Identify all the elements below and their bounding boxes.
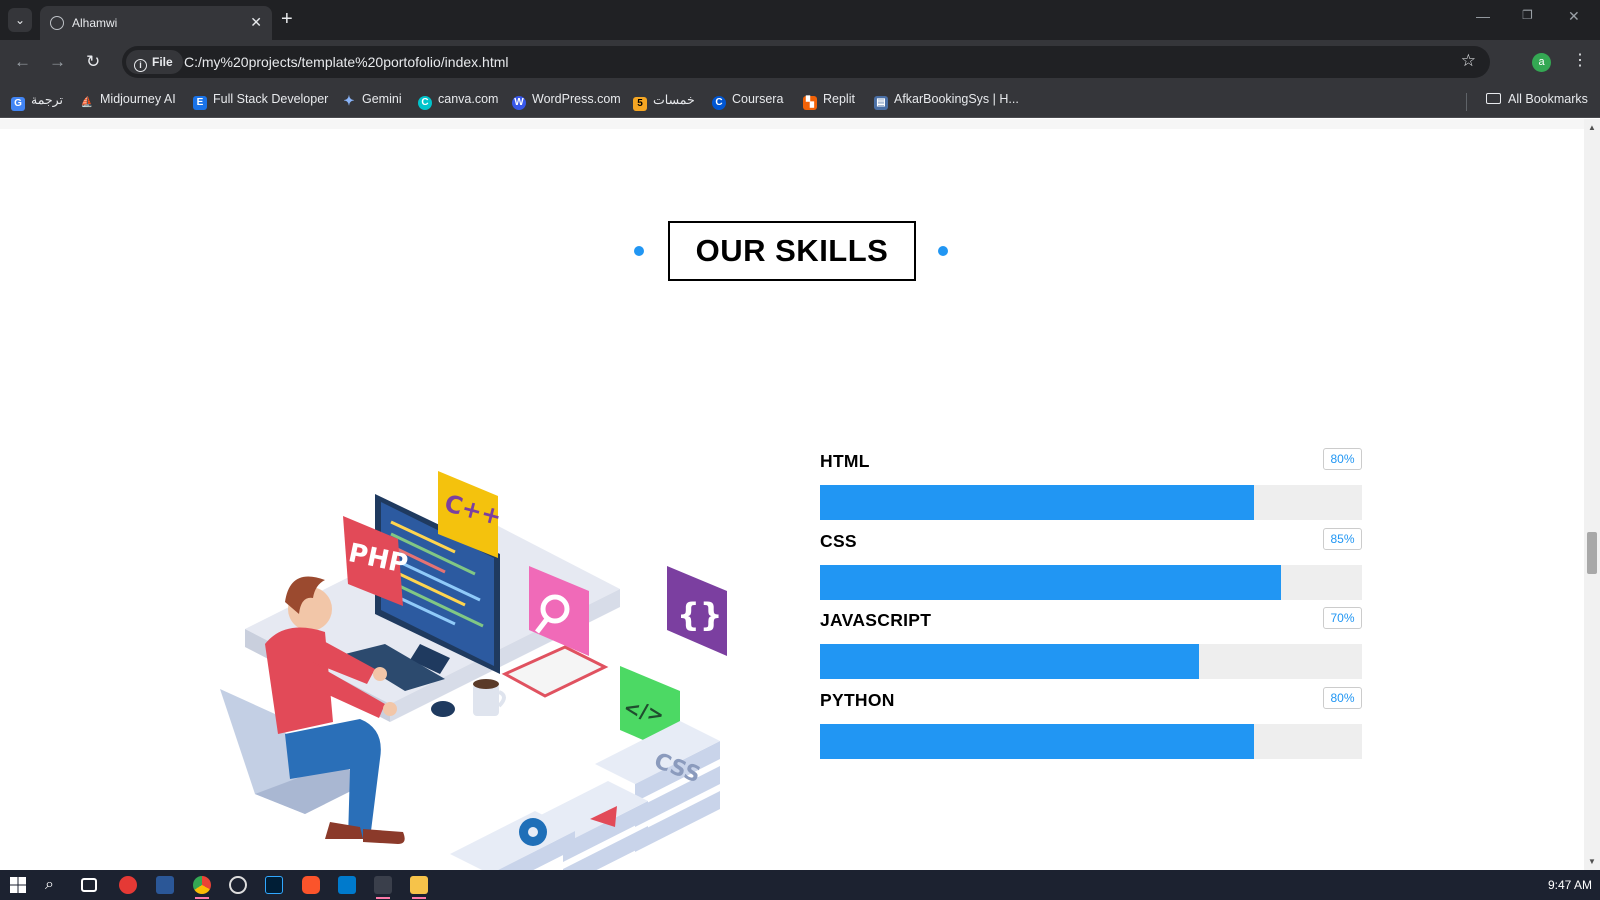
restore-icon[interactable]: ❐ (1522, 8, 1533, 22)
windows-start-icon[interactable] (9, 876, 27, 894)
photoshop-icon[interactable] (265, 876, 283, 894)
chrome-active-indicator (195, 897, 209, 899)
skill-percent-badge: 80% (1323, 448, 1362, 470)
tab-search-button[interactable]: ⌄ (8, 8, 32, 32)
tab-close-icon[interactable]: ✕ (250, 14, 262, 31)
windows-taskbar: ⌕ 9:47 AM (0, 870, 1600, 900)
progress-track (820, 644, 1362, 679)
file-explorer-icon[interactable] (410, 876, 428, 894)
explorer-active-indicator (412, 897, 426, 899)
google-translate-icon: G (11, 97, 25, 111)
brave-icon[interactable] (302, 876, 320, 894)
bookmark-translate[interactable]: G ترجمة (11, 92, 63, 111)
tab-strip: ⌄ Alhamwi ✕ + — ❐ ✕ (0, 0, 1600, 40)
progress-fill (820, 485, 1254, 520)
scroll-up-icon[interactable]: ▲ (1588, 123, 1596, 132)
media-player-icon[interactable] (229, 876, 247, 894)
section-title: OUR SKILLS (668, 221, 916, 281)
previous-section-edge (0, 119, 1584, 129)
skill-name: PYTHON (820, 690, 895, 710)
active-tab[interactable]: Alhamwi ✕ (40, 6, 272, 40)
coffee-mug (473, 679, 506, 716)
progress-track (820, 565, 1362, 600)
task-view-icon[interactable] (81, 878, 97, 892)
bookmark-full-stack[interactable]: E Full Stack Developer (193, 92, 328, 110)
page-scrollbar[interactable]: ▲ ▼ (1584, 119, 1600, 870)
skill-percent-badge: 80% (1323, 687, 1362, 709)
canva-icon: C (418, 96, 432, 110)
info-icon: i (134, 59, 147, 72)
kebab-menu-icon[interactable]: ⋮ (1572, 50, 1588, 70)
chrome-icon[interactable] (193, 876, 211, 894)
search-icon[interactable]: ⌕ (45, 876, 63, 894)
afkar-icon: ▤ (874, 96, 888, 110)
progress-fill (820, 724, 1254, 759)
minimize-icon[interactable]: — (1476, 8, 1490, 24)
all-bookmarks-button[interactable]: All Bookmarks (1486, 92, 1588, 106)
skill-name: HTML (820, 451, 870, 471)
site-chip-label: File (152, 55, 173, 69)
folder-icon (1486, 93, 1501, 104)
url-text[interactable]: C:/my%20projects/template%20portofolio/i… (184, 54, 509, 70)
bookmark-midjourney[interactable]: ⛵ Midjourney AI (80, 92, 176, 110)
skill-css: CSS 85% (820, 528, 1362, 605)
bookmark-wordpress[interactable]: W WordPress.com (512, 92, 621, 110)
profile-avatar[interactable]: a (1532, 53, 1551, 72)
reload-icon[interactable]: ↻ (86, 52, 100, 72)
developer-illustration: PHP C++ {} </> CSS (220, 471, 727, 870)
wordpress-icon: W (512, 96, 526, 110)
bookmark-star-icon[interactable]: ☆ (1461, 51, 1476, 71)
scrollbar-thumb[interactable] (1587, 532, 1597, 574)
window-close-icon[interactable]: ✕ (1568, 8, 1580, 25)
bookmark-gemini[interactable]: ✦ Gemini (342, 92, 402, 108)
bookmark-canva[interactable]: Ccanva.com (418, 92, 498, 110)
back-arrow-icon[interactable]: ← (14, 52, 31, 72)
bookmark-afkar[interactable]: ▤ AfkarBookingSys | H... (874, 92, 1019, 110)
replit-icon: ▚ (803, 96, 817, 110)
skill-name: JAVASCRIPT (820, 610, 932, 630)
skill-percent-badge: 85% (1323, 528, 1362, 550)
app-p-icon[interactable] (119, 876, 137, 894)
scroll-down-icon[interactable]: ▼ (1588, 857, 1596, 866)
midjourney-icon: ⛵ (80, 97, 94, 108)
khamsat-icon: 5 (633, 97, 647, 111)
progress-track (820, 485, 1362, 520)
coursera-icon: C (712, 96, 726, 110)
bookmarks-bar: G ترجمة ⛵ Midjourney AI E Full Stack Develo… (0, 84, 1600, 118)
forward-arrow-icon[interactable]: → (49, 52, 66, 72)
mouse (431, 701, 455, 717)
progress-fill (820, 644, 1200, 679)
app-active-indicator (376, 897, 390, 899)
vscode-icon[interactable] (338, 876, 356, 894)
skill-html: HTML 80% (820, 448, 1362, 525)
bookmarks-separator (1466, 93, 1467, 111)
page-viewport: OUR SKILLS PHP C++ {} </> CSS HTML 80% C… (0, 119, 1584, 870)
progress-track (820, 724, 1362, 759)
skill-name: CSS (820, 531, 857, 551)
gemini-sparkle-icon: ✦ (343, 93, 355, 108)
skill-python: PYTHON 80% (820, 687, 1362, 764)
bookmark-replit[interactable]: ▚ Replit (803, 92, 855, 110)
title-dot-right (938, 246, 948, 256)
e-icon: E (193, 96, 207, 110)
system-clock[interactable]: 9:47 AM (1548, 878, 1592, 892)
address-bar[interactable]: i File C:/my%20projects/template%20portof… (122, 46, 1490, 78)
skill-javascript: JAVASCRIPT 70% (820, 607, 1362, 684)
bookmark-coursera[interactable]: C Coursera (712, 92, 783, 110)
svg-text:{}: {} (677, 596, 723, 634)
new-tab-button[interactable]: + (281, 8, 293, 30)
app-window-icon[interactable] (156, 876, 174, 894)
browser-toolbar: ← → ↻ i File C:/my%20projects/template%20… (0, 40, 1600, 84)
title-dot-left (634, 246, 644, 256)
app-pin-icon[interactable] (374, 876, 392, 894)
skill-percent-badge: 70% (1323, 607, 1362, 629)
progress-fill (820, 565, 1281, 600)
braces-badge: {} (667, 566, 727, 656)
site-info-chip[interactable]: i File (126, 50, 183, 74)
globe-icon (50, 16, 64, 30)
tab-title: Alhamwi (72, 16, 118, 30)
bookmark-khamsat[interactable]: 5 خمسات (633, 92, 695, 111)
